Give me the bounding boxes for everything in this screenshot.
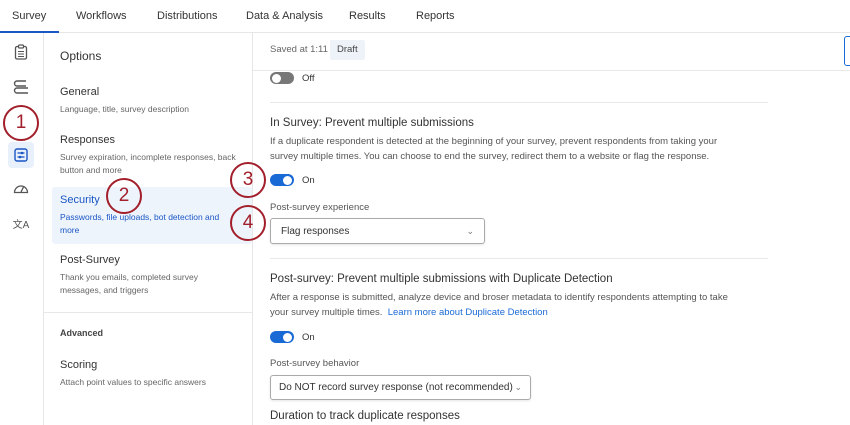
select-value: Do NOT record survey response (not recom… xyxy=(279,382,513,393)
in-survey-desc-line1: If a duplicate respondent is detected at… xyxy=(270,136,718,147)
icon-rail: 文A xyxy=(0,33,44,425)
tab-data-analysis[interactable]: Data & Analysis xyxy=(246,10,323,22)
annotation-2: 2 xyxy=(106,178,142,214)
tab-workflows[interactable]: Workflows xyxy=(76,10,127,22)
option-label: Post-Survey xyxy=(60,254,120,266)
top-nav: Survey Workflows Distributions Data & An… xyxy=(0,0,850,33)
translate-icon[interactable]: 文A xyxy=(10,212,32,234)
survey-options-icon[interactable] xyxy=(8,142,34,168)
desc-text: your survey multiple times. xyxy=(270,307,383,318)
option-label: General xyxy=(60,86,100,98)
option-label: Responses xyxy=(60,134,116,146)
in-survey-toggle[interactable] xyxy=(270,174,294,186)
divider xyxy=(44,312,252,313)
post-survey-title: Post-survey: Prevent multiple submission… xyxy=(270,273,613,285)
tab-distributions[interactable]: Distributions xyxy=(157,10,218,22)
header-action-button[interactable] xyxy=(844,36,850,66)
option-label: Security xyxy=(60,194,100,206)
option-security[interactable]: Security Passwords, file uploads, bot de… xyxy=(52,187,252,244)
duration-title: Duration to track duplicate responses xyxy=(270,410,460,422)
advanced-heading: Advanced xyxy=(60,328,104,338)
toggle-label: Off xyxy=(302,73,315,84)
option-label: Scoring xyxy=(60,359,98,371)
post-survey-experience-select[interactable]: Flag responses ⌄ xyxy=(270,218,485,244)
options-panel: Options General Language, title, survey … xyxy=(44,33,253,425)
annotation-4: 4 xyxy=(230,205,266,241)
option-desc: Survey expiration, incomplete responses,… xyxy=(60,152,236,175)
learn-more-link[interactable]: Learn more about Duplicate Detection xyxy=(388,307,548,318)
tab-results[interactable]: Results xyxy=(349,10,386,22)
chevron-down-icon: ⌄ xyxy=(466,225,474,236)
post-survey-toggle[interactable] xyxy=(270,331,294,343)
select-value: Flag responses xyxy=(281,225,350,237)
chevron-down-icon: ⌄ xyxy=(514,382,522,392)
toggle-label: On xyxy=(302,332,315,343)
post-survey-desc-line2: your survey multiple times. Learn more a… xyxy=(270,305,548,320)
annotation-1: 1 xyxy=(3,105,39,141)
post-survey-behavior-select[interactable]: Do NOT record survey response (not recom… xyxy=(270,375,531,400)
in-survey-desc-line2: survey multiple times. You can choose to… xyxy=(270,151,710,162)
option-desc: Language, title, survey description xyxy=(60,104,189,114)
survey-clipboard-icon[interactable] xyxy=(10,41,32,63)
divider xyxy=(270,258,768,259)
toggle-off[interactable] xyxy=(270,72,294,84)
option-desc: Passwords, file uploads, bot detection a… xyxy=(60,212,220,235)
annotation-3: 3 xyxy=(230,162,266,198)
header-divider xyxy=(253,70,850,71)
option-desc: Thank you emails, completed survey messa… xyxy=(60,272,198,295)
post-survey-experience-label: Post-survey experience xyxy=(270,202,370,213)
blocks-icon[interactable] xyxy=(10,76,32,98)
toggle-label: On xyxy=(302,175,315,186)
draft-badge: Draft xyxy=(330,40,365,60)
post-survey-desc-line1: After a response is submitted, analyze d… xyxy=(270,292,728,303)
dashboard-gauge-icon[interactable] xyxy=(10,177,32,199)
in-survey-title: In Survey: Prevent multiple submissions xyxy=(270,117,474,129)
tab-reports[interactable]: Reports xyxy=(416,10,455,22)
post-survey-behavior-label: Post-survey behavior xyxy=(270,358,360,369)
divider xyxy=(270,102,768,103)
tab-survey[interactable]: Survey xyxy=(12,10,46,22)
options-title: Options xyxy=(60,49,102,63)
option-desc: Attach point values to specific answers xyxy=(60,377,206,387)
